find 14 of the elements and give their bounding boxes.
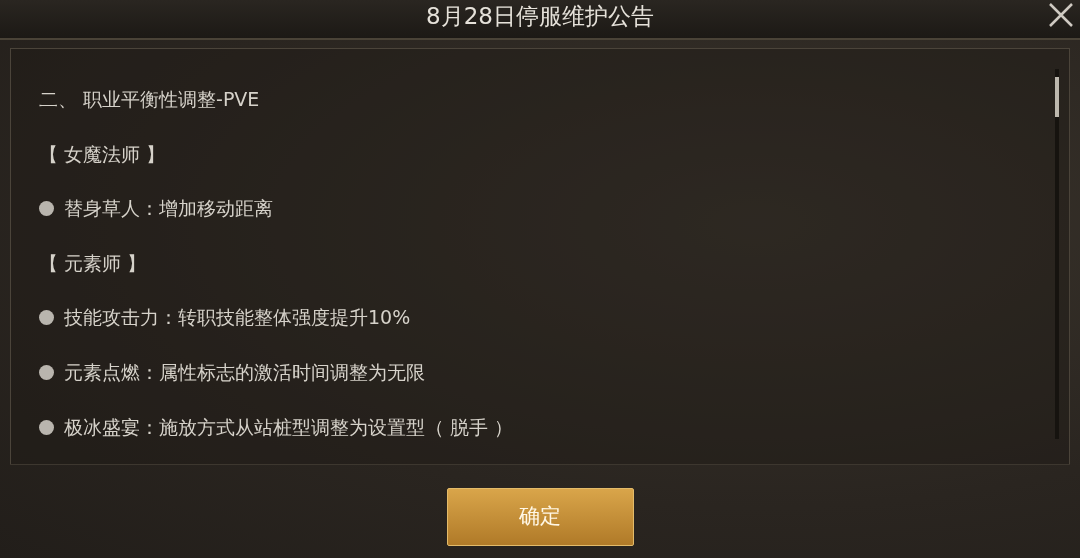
bullet-icon (39, 419, 54, 435)
confirm-button[interactable]: 确定 (446, 487, 634, 546)
bullet-icon (39, 201, 54, 217)
change-item: 极冰盛宴：施放方式从站桩型调整为设置型（ 脱手 ） (64, 414, 514, 439)
window-title: 8月28日停服维护公告 (426, 2, 654, 31)
bullet-icon (39, 310, 54, 326)
close-icon[interactable] (1048, 2, 1074, 28)
change-item: 技能攻击力：转职技能整体强度提升10% (64, 305, 411, 330)
change-item: 元素点燃：属性标志的激活时间调整为无限 (64, 359, 425, 384)
change-item: 替身草人：增加移动距离 (64, 196, 273, 221)
bullet-icon (39, 364, 54, 380)
class-heading: 【 元素师 】 (39, 250, 147, 275)
section-heading: 二、 职业平衡性调整-PVE (39, 87, 260, 111)
class-heading: 【 女魔法师 】 (39, 141, 166, 166)
